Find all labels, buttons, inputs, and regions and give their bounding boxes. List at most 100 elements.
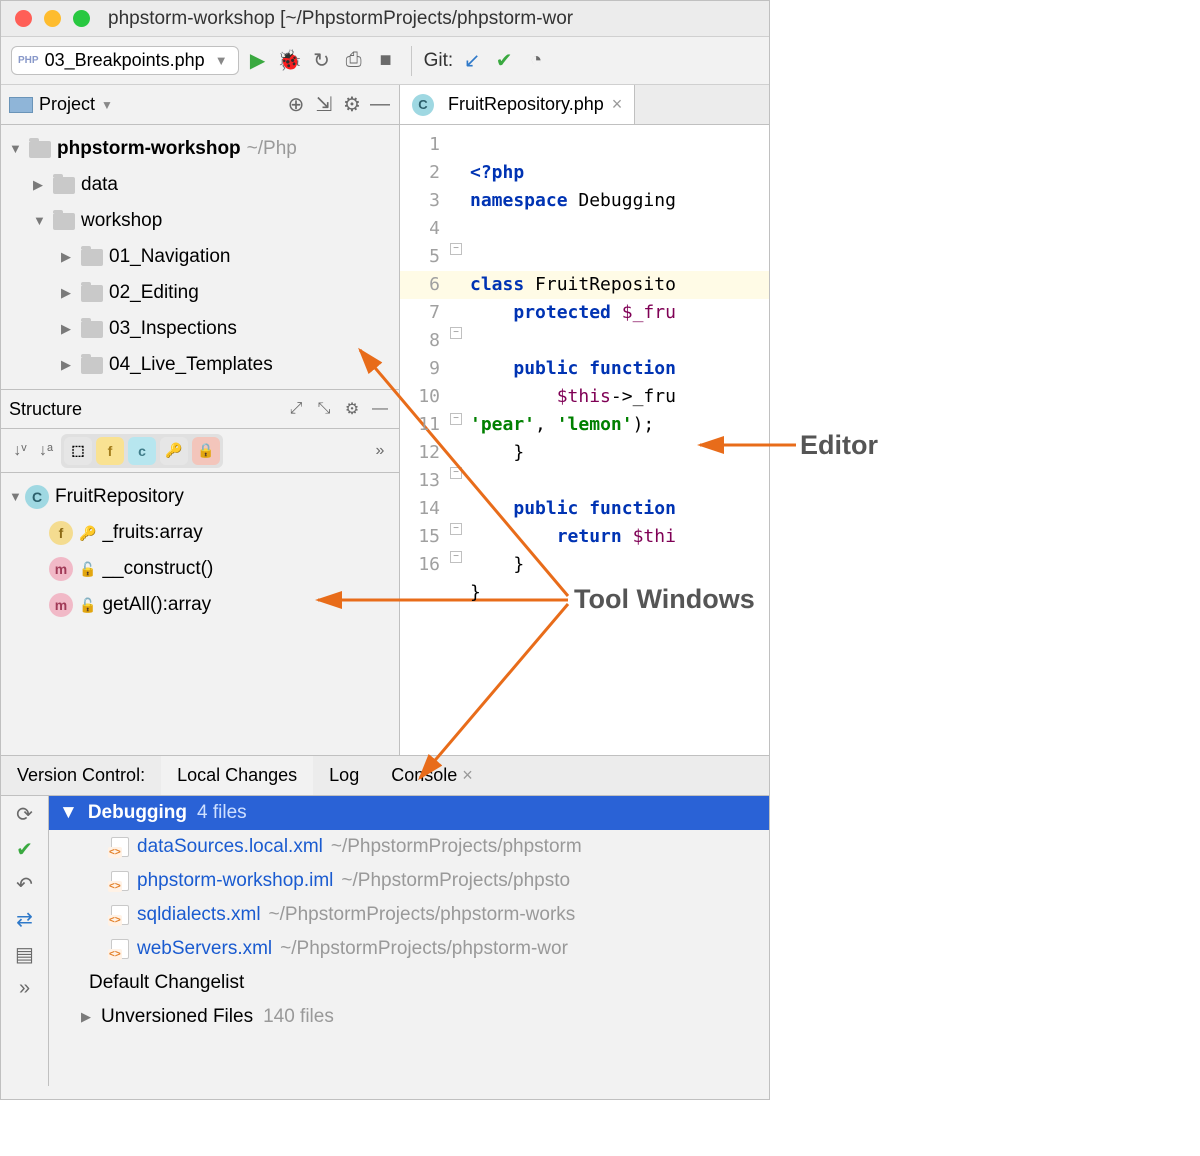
diff-button[interactable]: ⇄ <box>16 907 33 932</box>
filter-inherited-button[interactable]: ⬚ <box>64 437 92 465</box>
collapse-all-button[interactable]: ⇲ <box>313 94 335 116</box>
maximize-window-button[interactable] <box>73 10 90 27</box>
disclosure-open-icon[interactable]: ▼ <box>59 802 78 824</box>
tree-item[interactable]: ▶data <box>1 167 399 203</box>
structure-member[interactable]: m 🔓 getAll():array <box>1 587 399 623</box>
disclosure-closed-icon[interactable]: ▶ <box>61 347 77 383</box>
vc-tab-local-changes[interactable]: Local Changes <box>161 756 313 795</box>
disclosure-open-icon[interactable]: ▼ <box>9 131 25 167</box>
structure-header-label[interactable]: Structure <box>9 399 279 420</box>
editor-tab[interactable]: C FruitRepository.php × <box>400 85 635 124</box>
vc-tab-console[interactable]: Console × <box>375 756 489 795</box>
class-icon: C <box>25 485 49 509</box>
vc-title: Version Control: <box>1 756 161 795</box>
project-header-label[interactable]: Project <box>39 94 95 115</box>
vc-unversioned[interactable]: ▶ Unversioned Files 140 files <box>49 1000 769 1034</box>
run-button[interactable]: ▶ <box>245 48 271 74</box>
vc-default-changelist[interactable]: Default Changelist <box>49 966 769 1000</box>
structure-member[interactable]: f 🔑 _fruits:array <box>1 515 399 551</box>
fold-marker-icon[interactable]: − <box>450 523 462 535</box>
run-config-name: 03_Breakpoints.php <box>45 50 205 71</box>
tree-root[interactable]: ▼ phpstorm-workshop ~/Php <box>1 131 399 167</box>
fold-marker-icon[interactable]: − <box>450 413 462 425</box>
filter-keys-button[interactable]: 🔑 <box>160 437 188 465</box>
sort-by-visibility-button[interactable]: ↓ᵛ <box>9 440 31 462</box>
version-control-panel: Version Control: Local Changes Log Conso… <box>1 755 769 1086</box>
code-editor[interactable]: 1 2 3 4 5 6 7 8 9 10 11 12 13 14 15 16 −… <box>400 125 769 755</box>
minimize-tool-button[interactable]: — <box>369 398 391 420</box>
refresh-button[interactable]: ⟳ <box>16 802 33 827</box>
changelist-button[interactable]: ▤ <box>15 942 34 967</box>
disclosure-open-icon[interactable]: ▼ <box>9 479 25 515</box>
vc-tab-log[interactable]: Log <box>313 756 375 795</box>
run-config-selector[interactable]: PHP 03_Breakpoints.php ▼ <box>11 46 239 75</box>
structure-tree: ▼ C FruitRepository f 🔑 _fruits:array m … <box>1 473 399 755</box>
close-icon[interactable]: × <box>462 765 473 786</box>
minimize-tool-button[interactable]: — <box>369 94 391 116</box>
tree-item[interactable]: ▶02_Editing <box>1 275 399 311</box>
git-history-button[interactable]: ◔ <box>523 48 549 74</box>
expand-all-button[interactable]: ⤢ <box>285 398 307 420</box>
fold-marker-icon[interactable]: − <box>450 327 462 339</box>
profile-button[interactable]: ⎙ <box>341 48 367 74</box>
close-window-button[interactable] <box>15 10 32 27</box>
phpstorm-window: phpstorm-workshop [~/PhpstormProjects/ph… <box>0 0 770 1100</box>
structure-member[interactable]: m 🔓 __construct() <box>1 551 399 587</box>
structure-toolbar: ↓ᵛ ↓ᵃ ⬚ f c 🔑 🔒 » <box>1 429 399 473</box>
unlock-icon: 🔓 <box>79 587 96 623</box>
git-pull-button[interactable]: ↙ <box>459 48 485 74</box>
settings-gear-icon[interactable]: ⚙ <box>341 398 363 420</box>
disclosure-closed-icon[interactable]: ▶ <box>61 239 77 275</box>
disclosure-closed-icon[interactable]: ▶ <box>61 311 77 347</box>
annotation-editor: Editor <box>800 430 878 461</box>
chevron-down-icon[interactable]: ▼ <box>101 98 113 112</box>
filter-fields-button[interactable]: f <box>96 437 124 465</box>
fold-marker-icon[interactable]: − <box>450 243 462 255</box>
filter-private-button[interactable]: 🔒 <box>192 437 220 465</box>
sort-alpha-button[interactable]: ↓ᵃ <box>35 440 57 462</box>
tree-item[interactable]: ▶01_Navigation <box>1 239 399 275</box>
project-tool-header: Project ▼ ⊕ ⇲ ⚙ — <box>1 85 399 125</box>
disclosure-open-icon[interactable]: ▼ <box>33 203 49 239</box>
fold-marker-icon[interactable]: − <box>450 551 462 563</box>
close-tab-button[interactable]: × <box>612 94 623 115</box>
vc-body: ⟳ ✔ ↶ ⇄ ▤ » ▼ Debugging 4 files dataSour… <box>1 796 769 1086</box>
structure-class[interactable]: ▼ C FruitRepository <box>1 479 399 515</box>
code-content[interactable]: <?php namespace Debugging class FruitRep… <box>464 125 769 755</box>
git-commit-button[interactable]: ✔ <box>491 48 517 74</box>
collapse-all-button[interactable]: ⤡ <box>313 398 335 420</box>
titlebar: phpstorm-workshop [~/PhpstormProjects/ph… <box>1 1 769 37</box>
project-view-icon <box>9 97 33 113</box>
xml-file-icon <box>111 939 129 959</box>
vc-file-row[interactable]: dataSources.local.xml~/PhpstormProjects/… <box>49 830 769 864</box>
disclosure-closed-icon[interactable]: ▶ <box>61 275 77 311</box>
debug-button[interactable]: 🐞 <box>277 48 303 74</box>
minimize-window-button[interactable] <box>44 10 61 27</box>
vc-file-row[interactable]: sqldialects.xml~/PhpstormProjects/phpsto… <box>49 898 769 932</box>
commit-button[interactable]: ✔ <box>16 837 33 862</box>
more-button[interactable]: » <box>19 977 30 1000</box>
vc-file-row[interactable]: webServers.xml~/PhpstormProjects/phpstor… <box>49 932 769 966</box>
coverage-button[interactable]: ↻ <box>309 48 335 74</box>
folder-icon <box>81 285 103 302</box>
field-icon: f <box>49 521 73 545</box>
tree-item[interactable]: ▶04_Live_Templates <box>1 347 399 383</box>
project-tree: ▼ phpstorm-workshop ~/Php ▶data ▼worksho… <box>1 125 399 389</box>
xml-file-icon <box>111 837 129 857</box>
window-controls <box>15 10 90 27</box>
left-panel: Project ▼ ⊕ ⇲ ⚙ — ▼ phpstorm-workshop ~/… <box>1 85 400 755</box>
vc-file-row[interactable]: phpstorm-workshop.iml~/PhpstormProjects/… <box>49 864 769 898</box>
vc-changelist-header[interactable]: ▼ Debugging 4 files <box>49 796 769 830</box>
tree-item[interactable]: ▶03_Inspections <box>1 311 399 347</box>
filter-constants-button[interactable]: c <box>128 437 156 465</box>
disclosure-closed-icon[interactable]: ▶ <box>81 1009 91 1025</box>
tree-item[interactable]: ▼workshop <box>1 203 399 239</box>
revert-button[interactable]: ↶ <box>16 872 33 897</box>
folder-icon <box>81 249 103 266</box>
more-button[interactable]: » <box>369 440 391 462</box>
stop-button[interactable]: ■ <box>373 48 399 74</box>
locate-button[interactable]: ⊕ <box>285 94 307 116</box>
disclosure-closed-icon[interactable]: ▶ <box>33 167 49 203</box>
fold-marker-icon[interactable]: − <box>450 467 462 479</box>
settings-gear-icon[interactable]: ⚙ <box>341 94 363 116</box>
